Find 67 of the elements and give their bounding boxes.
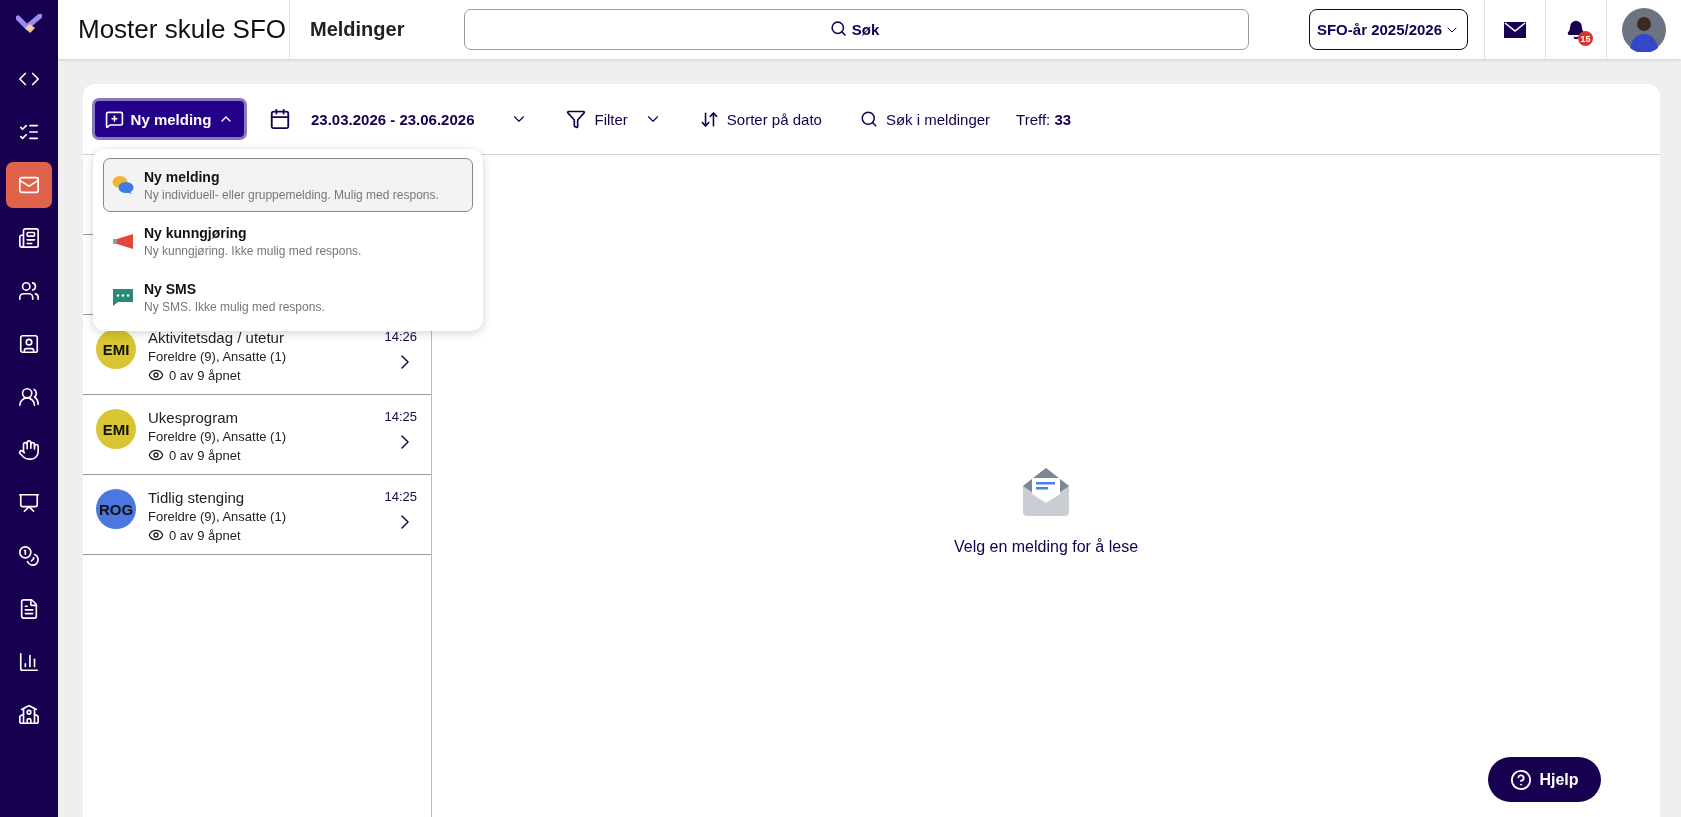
menu-item[interactable]: Ny melding Ny individuell- eller gruppemelding. Mulig med respons. bbox=[103, 158, 473, 212]
message-time: 14:25 bbox=[384, 409, 417, 424]
menu-item-title: Ny melding bbox=[144, 168, 221, 185]
bar-chart-icon bbox=[18, 651, 40, 673]
coins-icon bbox=[18, 545, 40, 567]
message-title: Ukesprogram bbox=[148, 409, 240, 426]
message-time: 14:25 bbox=[384, 489, 417, 504]
sms-icon bbox=[112, 287, 134, 307]
messages-button[interactable] bbox=[1484, 0, 1545, 59]
message-time: 14:26 bbox=[384, 329, 417, 344]
sort-button[interactable]: Sorter på dato bbox=[699, 109, 822, 129]
message-recipients: Foreldre (9), Ansatte (1) bbox=[148, 349, 287, 364]
filter-button[interactable]: Filter bbox=[566, 109, 662, 129]
new-message-button[interactable]: Ny melding bbox=[92, 98, 247, 140]
notification-count: 15 bbox=[1578, 31, 1593, 46]
sender-avatar: EMI bbox=[96, 329, 136, 369]
chat-bubbles-icon bbox=[112, 175, 134, 195]
school-icon bbox=[18, 704, 40, 726]
opened-count: 0 av 9 åpnet bbox=[169, 447, 241, 463]
id-badge-icon bbox=[18, 333, 40, 355]
search-field[interactable]: Søk bbox=[464, 9, 1249, 50]
menu-item-title: Ny kunngjøring bbox=[144, 224, 248, 241]
menu-item-description: Ny kunngjøring. Ikke mulig med respons. bbox=[144, 243, 362, 258]
notifications-button[interactable]: 15 bbox=[1545, 0, 1606, 59]
sender-avatar: ROG bbox=[96, 489, 136, 529]
message-title: Tidlig stenging bbox=[148, 489, 246, 506]
filter-icon bbox=[566, 109, 587, 129]
message-plus-icon bbox=[104, 109, 124, 129]
eye-icon bbox=[148, 527, 164, 543]
page-title: Meldinger bbox=[309, 17, 406, 42]
menu-item-description: Ny individuell- eller gruppemelding. Mulig med respons. bbox=[144, 187, 439, 202]
sidebar-item[interactable] bbox=[6, 162, 52, 208]
mail-icon bbox=[18, 174, 40, 196]
message-title: Aktivitetsdag / utetur bbox=[148, 329, 285, 346]
hit-count: Treff: 33 bbox=[1016, 110, 1072, 128]
year-selector[interactable]: SFO-år 2025/2026 bbox=[1309, 9, 1468, 50]
school-name: Moster skule SFO bbox=[58, 0, 290, 59]
people-icon bbox=[18, 280, 40, 302]
megaphone-icon bbox=[112, 231, 134, 251]
sort-icon bbox=[699, 109, 719, 129]
search-icon bbox=[859, 110, 878, 128]
message-row[interactable]: ROG Tidlig stenging Foreldre (9), Ansatte (1) 0 av 9 åpnet 14:25 bbox=[83, 475, 431, 555]
message-recipients: Foreldre (9), Ansatte (1) bbox=[148, 429, 287, 444]
avatar-icon[interactable] bbox=[1622, 7, 1666, 52]
calendar-icon bbox=[269, 108, 291, 130]
newspaper-icon bbox=[18, 227, 40, 249]
eye-icon bbox=[148, 367, 164, 383]
opened-count: 0 av 9 åpnet bbox=[169, 527, 241, 543]
search-icon bbox=[830, 20, 847, 37]
empty-state-message: Velg en melding for å lese bbox=[953, 538, 1139, 556]
help-icon bbox=[1510, 768, 1533, 791]
eye-icon bbox=[148, 447, 164, 463]
group-icon bbox=[18, 386, 40, 408]
menu-item-title: Ny SMS bbox=[144, 280, 198, 297]
opened-count: 0 av 9 åpnet bbox=[169, 367, 241, 383]
message-search-button[interactable]: Søk i meldinger bbox=[859, 110, 991, 128]
sender-avatar: EMI bbox=[96, 409, 136, 449]
menu-item-description: Ny SMS. Ikke mulig med respons. bbox=[144, 299, 325, 314]
date-range-picker[interactable]: 23.03.2026 - 23.06.2026 bbox=[269, 108, 529, 130]
message-recipients: Foreldre (9), Ansatte (1) bbox=[148, 509, 287, 524]
message-row[interactable]: EMI Ukesprogram Foreldre (9), Ansatte (1) 0 av 9 åpnet 14:25 bbox=[83, 395, 431, 475]
help-button[interactable]: Hjelp bbox=[1488, 757, 1601, 802]
envelope-icon bbox=[1504, 21, 1526, 38]
logo-icon[interactable] bbox=[16, 14, 42, 36]
hand-icon bbox=[18, 439, 40, 461]
open-envelope-icon bbox=[1023, 468, 1069, 516]
document-icon bbox=[18, 598, 40, 620]
